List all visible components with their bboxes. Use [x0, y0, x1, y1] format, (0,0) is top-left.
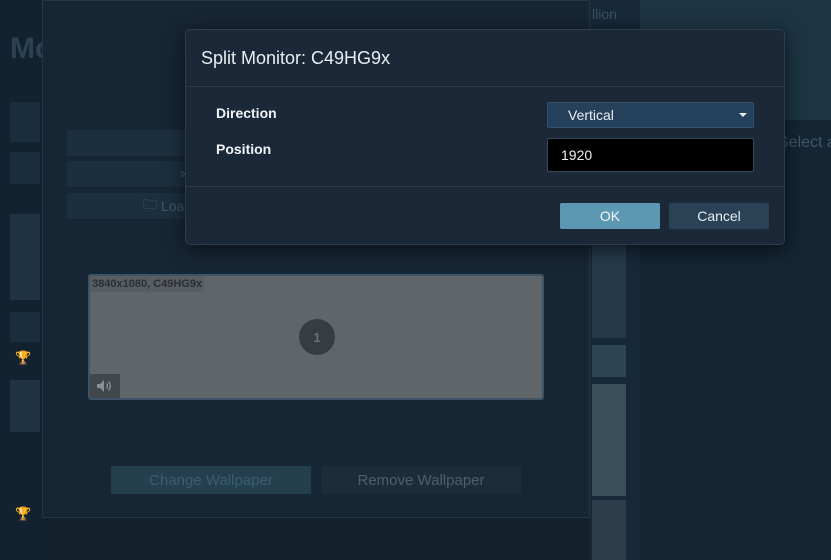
ok-button[interactable]: OK: [560, 203, 660, 229]
trophy-icon: 🏆: [15, 350, 32, 365]
direction-label: Direction: [216, 105, 277, 121]
cancel-button[interactable]: Cancel: [669, 203, 769, 229]
monitor-number-badge: 1: [299, 319, 335, 355]
remove-wallpaper-button[interactable]: Remove Wallpaper: [321, 466, 521, 494]
dialog-title: Split Monitor: C49HG9x: [201, 47, 391, 68]
position-label: Position: [216, 141, 272, 157]
folder-open-icon: 🗀: [143, 196, 157, 212]
trophy-icon: 🏆: [15, 506, 32, 521]
wallpaper-thumbnail[interactable]: [592, 384, 626, 496]
dialog-body: Direction Vertical Position: [186, 87, 784, 187]
sidebar-tile: [10, 102, 40, 142]
sidebar-thumbnail: [10, 380, 40, 432]
load-button-label: Loa: [161, 198, 185, 214]
split-monitor-dialog: Split Monitor: C49HG9x Direction Vertica…: [185, 29, 785, 245]
volume-button[interactable]: [90, 374, 120, 398]
sidebar-thumbnail: [10, 214, 40, 300]
monitor-preview[interactable]: 3840x1080, C49HG9x 1: [88, 274, 544, 400]
list-text-fragment: llion: [592, 6, 617, 22]
dialog-footer: OK Cancel: [186, 187, 784, 245]
wallpaper-thumbnail[interactable]: [592, 500, 626, 560]
details-placeholder-text: Select a: [778, 134, 831, 151]
direction-select[interactable]: Vertical: [547, 102, 754, 128]
volume-icon: [97, 380, 111, 392]
wallpaper-thumbnail[interactable]: [592, 240, 626, 338]
chevron-down-icon: [739, 113, 747, 117]
monitor-label: 3840x1080, C49HG9x: [90, 276, 205, 292]
change-wallpaper-button[interactable]: Change Wallpaper: [111, 466, 311, 494]
direction-select-value: Vertical: [568, 107, 614, 123]
sidebar-tile: [10, 152, 40, 184]
position-input[interactable]: [547, 138, 754, 172]
wallpaper-thumbnail[interactable]: [592, 345, 626, 377]
sidebar-tile: [10, 312, 40, 342]
dialog-header: Split Monitor: C49HG9x: [186, 30, 784, 87]
